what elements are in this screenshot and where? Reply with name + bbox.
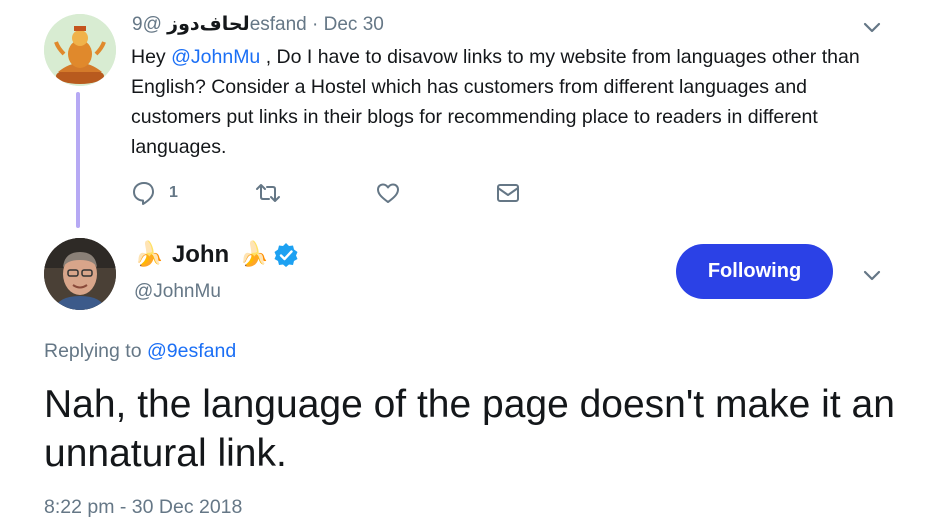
- person-avatar-image: [44, 238, 116, 310]
- envelope-icon: [497, 184, 519, 202]
- retweet-button[interactable]: [255, 180, 281, 206]
- meta-separator: ·: [312, 14, 319, 35]
- replying-to-handle-link[interactable]: @9esfand: [147, 340, 236, 362]
- banana-emoji-icon: 🍌: [134, 241, 164, 268]
- following-button[interactable]: Following: [676, 244, 833, 299]
- author-name[interactable]: 🍌 John 🍌: [134, 240, 299, 269]
- parent-avatar[interactable]: [44, 14, 116, 86]
- main-tweet-text: Nah, the language of the page doesn't ma…: [44, 383, 895, 475]
- chevron-down-icon: [863, 270, 881, 281]
- reply-icon: [133, 182, 154, 205]
- verified-badge-icon: [274, 242, 298, 267]
- heart-icon: [377, 183, 399, 203]
- thread-connector: [76, 92, 80, 228]
- banana-emoji-icon: 🍌: [239, 241, 270, 268]
- author-display-name: John: [171, 240, 230, 268]
- author-avatar[interactable]: [44, 238, 116, 310]
- replying-to: Replying to @9esfand: [44, 340, 236, 363]
- parent-date[interactable]: Dec 30: [324, 14, 384, 35]
- tweet-timestamp[interactable]: 8:22 pm - 30 Dec 2018: [44, 496, 242, 519]
- author-handle[interactable]: @JohnMu: [134, 281, 221, 303]
- mention-link[interactable]: @JohnMu: [171, 46, 260, 68]
- main-more-button[interactable]: [861, 264, 883, 291]
- reply-button[interactable]: 1: [131, 180, 178, 206]
- parent-tweet-text: Hey @JohnMu , Do I have to disavow links…: [131, 42, 876, 162]
- chevron-down-icon: [863, 22, 881, 33]
- retweet-icon: [256, 184, 280, 202]
- parent-more-button[interactable]: [861, 16, 883, 43]
- parent-text-prefix: Hey: [131, 46, 172, 68]
- parent-tweet-header: لحاف‌دوز @9esfand · Dec 30: [132, 13, 384, 36]
- parent-display-name[interactable]: لحاف‌دوز: [167, 14, 250, 35]
- buddha-avatar-image: [44, 14, 116, 86]
- reply-count: 1: [169, 184, 178, 201]
- direct-message-button[interactable]: [495, 180, 521, 206]
- replying-to-label: Replying to: [44, 340, 147, 362]
- like-button[interactable]: [375, 180, 401, 206]
